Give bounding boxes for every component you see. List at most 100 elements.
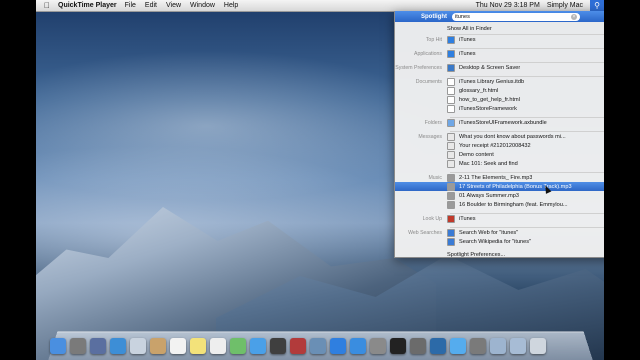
spotlight-header: Spotlight itunes × xyxy=(395,11,604,22)
maps-icon[interactable] xyxy=(230,338,246,354)
section-category: Messages xyxy=(418,133,442,140)
spotlight-menu: Spotlight itunes × Show All in Finder To… xyxy=(394,11,604,258)
spotlight-result[interactable]: how_to_get_help_fr.html xyxy=(395,95,604,104)
itunes-icon[interactable] xyxy=(330,338,346,354)
quicktime-icon[interactable] xyxy=(430,338,446,354)
section-category: Documents xyxy=(415,78,442,85)
spotlight-result[interactable]: glossary_fr.html xyxy=(395,86,604,95)
spotlight-result[interactable]: Documents iTunes Library Genius.itdb xyxy=(395,77,604,86)
show-all-label: Show All in Finder xyxy=(447,25,492,32)
music-icon xyxy=(447,182,455,191)
document-icon xyxy=(447,95,455,104)
result-label: Demo content xyxy=(459,151,494,158)
trash-icon[interactable] xyxy=(530,338,546,354)
web-search-icon xyxy=(447,237,455,246)
documents-stack-icon[interactable] xyxy=(510,338,526,354)
music-icon xyxy=(447,191,455,200)
messages-icon[interactable] xyxy=(250,338,266,354)
menu-help[interactable]: Help xyxy=(224,2,238,9)
spotlight-result[interactable]: Messages What you dont know about passwor… xyxy=(395,132,604,141)
document-icon xyxy=(447,77,455,86)
twitter-icon[interactable] xyxy=(450,338,466,354)
result-label: Mac 101: Seek and find xyxy=(459,160,518,167)
spotlight-result[interactable]: Top Hit iTunes xyxy=(395,35,604,44)
mail-icon xyxy=(447,159,455,168)
reminders-icon[interactable] xyxy=(210,338,226,354)
result-label: 16 Boulder to Birmingham (feat. Emmylou.… xyxy=(459,201,568,208)
section-category: Applications xyxy=(414,50,442,57)
menu-view[interactable]: View xyxy=(166,2,181,9)
document-icon xyxy=(447,104,455,113)
mail-icon[interactable] xyxy=(130,338,146,354)
spotlight-query: itunes xyxy=(455,13,470,20)
mission-control-icon[interactable] xyxy=(90,338,106,354)
user-menu[interactable]: Simply Mac xyxy=(547,2,583,9)
section-category: Top Hit xyxy=(425,36,442,43)
spotlight-result[interactable]: 01 Always Summer.mp3 xyxy=(395,191,604,200)
section-category: Look Up xyxy=(422,215,442,222)
result-label: iTunes xyxy=(459,215,476,222)
mail-icon xyxy=(447,132,455,141)
folder-icon xyxy=(447,118,455,127)
finder-icon[interactable] xyxy=(50,338,66,354)
result-label: 01 Always Summer.mp3 xyxy=(459,192,520,199)
spotlight-result[interactable]: Applications iTunes xyxy=(395,49,604,58)
spotlight-result[interactable]: Demo content xyxy=(395,150,604,159)
result-label: iTunes Library Genius.itdb xyxy=(459,78,525,85)
document-icon xyxy=(447,86,455,95)
clock[interactable]: Thu Nov 29 3:18 PM xyxy=(476,2,540,9)
facetime-icon[interactable] xyxy=(270,338,286,354)
calendar-icon[interactable] xyxy=(170,338,186,354)
apple-menu-icon[interactable]:  xyxy=(36,1,58,10)
result-label: 17 Streets of Philadelphia (Bonus Track)… xyxy=(459,183,572,190)
show-all-in-finder[interactable]: Show All in Finder xyxy=(395,24,604,33)
result-label: iTunes xyxy=(459,50,476,57)
section-category: Web Searches xyxy=(408,229,442,236)
launchpad-icon[interactable] xyxy=(70,338,86,354)
spotlight-preferences[interactable]: Spotlight Preferences... xyxy=(395,250,604,259)
spotlight-result[interactable]: iTunesStoreFramework xyxy=(395,104,604,113)
menu-window[interactable]: Window xyxy=(190,2,215,9)
mail-icon xyxy=(447,150,455,159)
menu-file[interactable]: File xyxy=(125,2,136,9)
iphoto-icon[interactable] xyxy=(310,338,326,354)
spotlight-result[interactable]: Your receipt #212012008432 xyxy=(395,141,604,150)
web-search-icon xyxy=(447,228,455,237)
spotlight-result[interactable]: Look Up iTunes xyxy=(395,214,604,223)
contacts-icon[interactable] xyxy=(150,338,166,354)
dictionary-icon xyxy=(447,214,455,223)
spotlight-result[interactable]: Search Wikipedia for "itunes" xyxy=(395,237,604,246)
spotlight-label: Spotlight xyxy=(421,13,447,20)
section-category: Music xyxy=(428,174,442,181)
spotlight-result[interactable]: Mac 101: Seek and find xyxy=(395,159,604,168)
result-label: iTunesStoreFramework xyxy=(459,105,517,112)
result-label: iTunesStoreUIFramework.axbundle xyxy=(459,119,547,126)
spotlight-result[interactable]: 17 Streets of Philadelphia (Bonus Track)… xyxy=(395,182,604,191)
music-icon xyxy=(447,173,455,182)
result-label: Desktop & Screen Saver xyxy=(459,64,521,71)
spotlight-result[interactable]: System Preferences Desktop & Screen Saver xyxy=(395,63,604,72)
result-label: iTunes xyxy=(459,36,476,43)
menu-edit[interactable]: Edit xyxy=(145,2,157,9)
downloads-stack-icon[interactable] xyxy=(490,338,506,354)
spotlight-search-icon[interactable]: ⚲ xyxy=(590,0,604,11)
notes-icon[interactable] xyxy=(190,338,206,354)
terminal-icon[interactable] xyxy=(390,338,406,354)
spotlight-search-field[interactable]: itunes × xyxy=(452,12,580,21)
section-category: System Preferences xyxy=(395,64,442,71)
app-store-icon[interactable] xyxy=(350,338,366,354)
safari-icon[interactable] xyxy=(110,338,126,354)
app-menu[interactable]: QuickTime Player xyxy=(58,2,117,9)
spotlight-result[interactable]: Folders iTunesStoreUIFramework.axbundle xyxy=(395,118,604,127)
system-preferences-icon[interactable] xyxy=(370,338,386,354)
result-label: how_to_get_help_fr.html xyxy=(459,96,520,103)
grab-icon[interactable] xyxy=(410,338,426,354)
spotlight-result[interactable]: 16 Boulder to Birmingham (feat. Emmylou.… xyxy=(395,200,604,209)
dock-icons xyxy=(50,332,550,354)
spotlight-result[interactable]: Music 2-11 The Elements_ Fire.mp3 xyxy=(395,173,604,182)
clear-search-icon[interactable]: × xyxy=(571,13,577,20)
photo-booth-icon[interactable] xyxy=(290,338,306,354)
spotlight-result[interactable]: Web Searches Search Web for "itunes" xyxy=(395,228,604,237)
app-icon[interactable] xyxy=(470,338,486,354)
desktop:  QuickTime Player File Edit View Window… xyxy=(36,0,604,360)
